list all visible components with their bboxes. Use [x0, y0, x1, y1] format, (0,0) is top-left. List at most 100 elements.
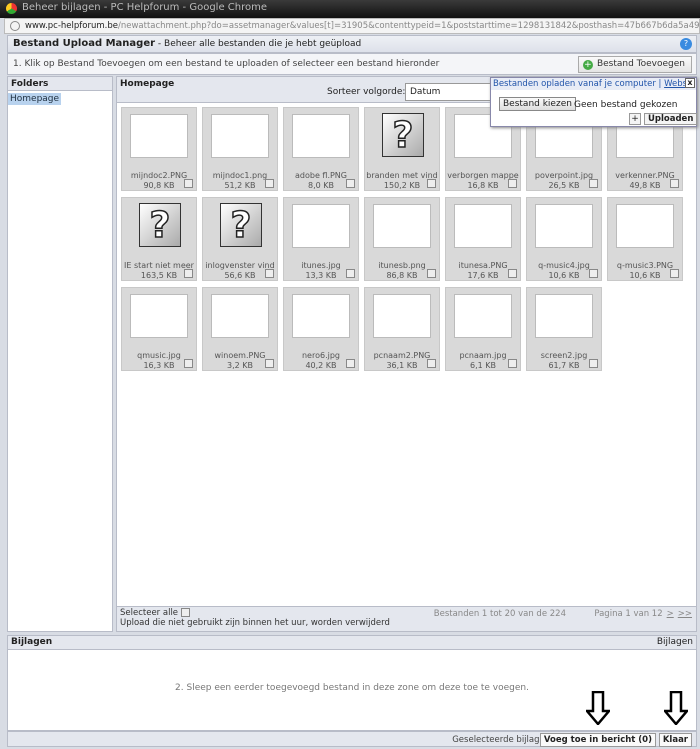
file-tile[interactable]: ? inlogvenster vind 56,6 KB	[202, 197, 278, 281]
url-path: /newattachment.php?do=assetmanager&value…	[117, 21, 700, 31]
arrow-down-icon	[664, 691, 688, 725]
file-tile[interactable]: q-music4.jpg 10,6 KB	[526, 197, 602, 281]
file-checkbox[interactable]	[427, 269, 436, 278]
cleanup-notice: Upload die niet gebruikt zijn binnen het…	[120, 618, 390, 628]
file-checkbox[interactable]	[508, 179, 517, 188]
file-checkbox[interactable]	[508, 359, 517, 368]
selected-attachments-label: Geselecteerde bijlagen:	[452, 735, 553, 745]
window-titlebar: Beheer bijlagen - PC Helpforum - Google …	[0, 0, 700, 18]
file-checkbox[interactable]	[670, 179, 679, 188]
file-thumbnail	[454, 204, 512, 248]
sort-label: Sorteer volgorde:	[327, 87, 406, 97]
insert-in-post-button[interactable]: Voeg toe in bericht (0)	[539, 733, 656, 747]
file-thumbnail	[616, 204, 674, 248]
file-checkbox[interactable]	[508, 269, 517, 278]
sort-select[interactable]: Datum	[405, 83, 495, 101]
file-checkbox[interactable]	[670, 269, 679, 278]
file-tile[interactable]: winoem.PNG 3,2 KB	[202, 287, 278, 371]
folders-panel: Folders Homepage	[7, 76, 113, 632]
unknown-file-icon: ?	[220, 203, 262, 247]
file-range: Bestanden 1 tot 20 van de 224	[433, 609, 566, 619]
add-file-button[interactable]: + Bestand Toevoegen	[577, 56, 692, 73]
file-tile[interactable]: q-music3.PNG 10,6 KB	[607, 197, 683, 281]
file-thumbnail	[292, 114, 350, 158]
last-page-link[interactable]: >>	[678, 609, 692, 619]
file-checkbox[interactable]	[589, 179, 598, 188]
upload-popup: Bestanden opladen vanaf je computer | We…	[490, 77, 698, 127]
file-tile[interactable]: pcnaam.jpg 6,1 KB	[445, 287, 521, 371]
file-tile[interactable]: adobe fl.PNG 8,0 KB	[283, 107, 359, 191]
add-field-button[interactable]: +	[629, 113, 641, 125]
file-checkbox[interactable]	[427, 179, 436, 188]
file-checkbox[interactable]	[346, 269, 355, 278]
instruction-text: 1. Klik op Bestand Toevoegen om een best…	[13, 59, 440, 69]
attachments-panel[interactable]: Bijlagen Bijlagen 2. Sleep een eerder toe…	[7, 635, 697, 731]
globe-icon	[10, 21, 20, 31]
file-thumbnail	[535, 294, 593, 338]
page-title: Bestand Upload Manager	[13, 38, 156, 49]
file-thumbnail	[292, 294, 350, 338]
instruction-bar: 1. Klik op Bestand Toevoegen om een best…	[7, 53, 697, 75]
file-checkbox[interactable]	[346, 179, 355, 188]
file-tile[interactable]: itunesb.png 86,8 KB	[364, 197, 440, 281]
file-thumbnail	[292, 204, 350, 248]
file-checkbox[interactable]	[184, 359, 193, 368]
window-title: Beheer bijlagen - PC Helpforum - Google …	[22, 2, 268, 13]
file-checkbox[interactable]	[184, 269, 193, 278]
file-thumbnail	[130, 294, 188, 338]
file-checkbox[interactable]	[589, 359, 598, 368]
folders-title: Folders	[8, 77, 112, 91]
file-checkbox[interactable]	[265, 269, 274, 278]
url-domain: www.pc-helpforum.be	[25, 21, 118, 31]
select-all-label: Selecteer alle	[120, 608, 179, 618]
done-button[interactable]: Klaar	[658, 733, 692, 747]
page-info: Pagina 1 van 12	[594, 609, 663, 619]
file-thumbnail	[535, 204, 593, 248]
select-all-checkbox[interactable]	[181, 608, 191, 617]
choose-file-button[interactable]: Bestand kiezen	[499, 97, 576, 111]
file-tile[interactable]: ? IE start niet meer 163,5 KB	[121, 197, 197, 281]
attachments-label-right: Bijlagen	[656, 637, 693, 647]
close-icon[interactable]: x	[685, 78, 695, 88]
unknown-file-icon: ?	[382, 113, 424, 157]
file-checkbox[interactable]	[589, 269, 598, 278]
file-checkbox[interactable]	[184, 179, 193, 188]
file-tile[interactable]: qmusic.jpg 16,3 KB	[121, 287, 197, 371]
manager-header: Bestand Upload Manager - Beheer alle bes…	[7, 35, 697, 53]
file-thumbnail	[373, 294, 431, 338]
file-thumbnail	[211, 114, 269, 158]
upload-button[interactable]: Uploaden	[644, 113, 698, 125]
attachments-title: Bijlagen	[11, 637, 53, 647]
popup-title: Bestanden opladen vanaf je computer |	[493, 79, 665, 89]
file-tile[interactable]: nero6.jpg 40,2 KB	[283, 287, 359, 371]
file-checkbox[interactable]	[265, 359, 274, 368]
file-checkbox[interactable]	[346, 359, 355, 368]
file-checkbox[interactable]	[427, 359, 436, 368]
file-thumbnail	[211, 294, 269, 338]
file-tile[interactable]: ? branden met vind 150,2 KB	[364, 107, 440, 191]
plus-circle-icon: +	[582, 60, 593, 70]
chrome-icon	[6, 3, 17, 14]
unknown-file-icon: ?	[139, 203, 181, 247]
help-icon[interactable]: ?	[680, 38, 692, 50]
file-tile[interactable]: itunesa.PNG 17,6 KB	[445, 197, 521, 281]
arrow-down-icon	[586, 691, 610, 725]
file-tile[interactable]: screen2.jpg 61,7 KB	[526, 287, 602, 371]
folder-title: Homepage	[120, 79, 175, 89]
folder-item-homepage[interactable]: Homepage	[8, 93, 62, 105]
pagination: Pagina 1 van 12 > >>	[594, 609, 692, 619]
add-file-label: Bestand Toevoegen	[596, 59, 685, 69]
popup-header: Bestanden opladen vanaf je computer | We…	[491, 78, 696, 90]
file-thumbnail	[454, 294, 512, 338]
next-page-link[interactable]: >	[667, 609, 674, 619]
bottom-bar: Geselecteerde bijlagen: Voeg toe in beri…	[7, 731, 697, 747]
file-checkbox[interactable]	[265, 179, 274, 188]
page-subtitle: - Beheer alle bestanden die je hebt geüp…	[155, 39, 362, 49]
address-bar[interactable]: www.pc-helpforum.be/newattachment.php?do…	[4, 18, 700, 34]
files-footer: Selecteer alle Upload die niet gebruikt …	[117, 606, 696, 631]
file-tile[interactable]: pcnaam2.PNG 36,1 KB	[364, 287, 440, 371]
file-tile[interactable]: itunes.jpg 13,3 KB	[283, 197, 359, 281]
file-tile[interactable]: mijndoc2.PNG 90,8 KB	[121, 107, 197, 191]
file-tile[interactable]: mijndoc1.png 51,2 KB	[202, 107, 278, 191]
files-panel: Homepage Sorteer volgorde: Datum mijndoc2.…	[116, 76, 697, 632]
